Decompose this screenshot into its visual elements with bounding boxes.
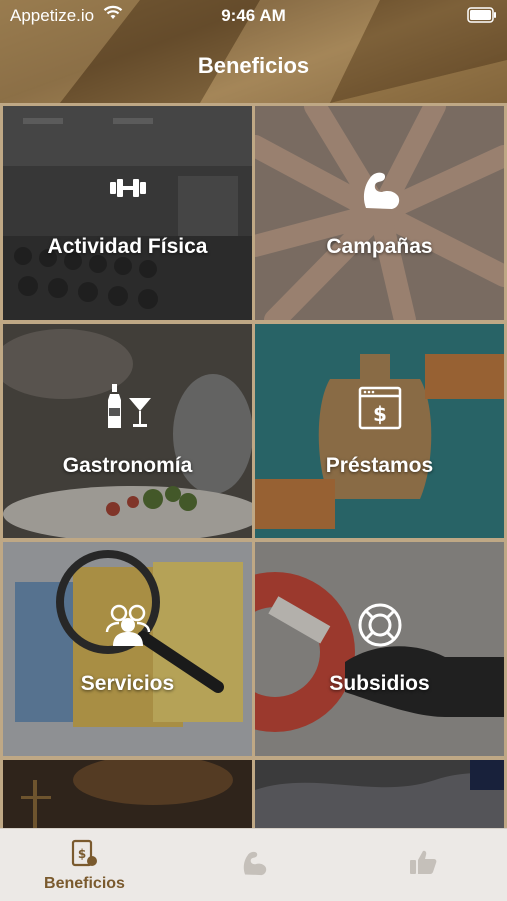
- partial-photo-left: [3, 760, 252, 828]
- tile-label: Préstamos: [325, 454, 434, 477]
- tile-prestamos[interactable]: $ Préstamos: [255, 324, 504, 538]
- lifebuoy-photo: [255, 542, 504, 756]
- people-group-icon: [105, 604, 150, 646]
- status-bar: Appetize.io 9:46 AM: [0, 0, 507, 32]
- food-photo: [3, 324, 252, 538]
- header: Appetize.io 9:46 AM Beneficios: [0, 0, 507, 103]
- hands-photo: [255, 106, 504, 320]
- tile-actividad-fisica[interactable]: Actividad Física: [3, 106, 252, 320]
- tile-partial-right[interactable]: [255, 760, 504, 828]
- lifebuoy-icon: [358, 603, 401, 647]
- money-tablet-icon: $: [71, 839, 97, 867]
- tab-likes[interactable]: [338, 829, 507, 901]
- battery-icon: [467, 7, 496, 23]
- tile-campanas[interactable]: Campañas: [255, 106, 504, 320]
- tab-campanas[interactable]: [169, 829, 338, 901]
- tile-subsidios[interactable]: Subsidios: [255, 542, 504, 756]
- tile-partial-left[interactable]: [3, 760, 252, 828]
- money-browser-icon: $: [358, 386, 401, 430]
- gym-photo: [3, 106, 252, 320]
- flexed-arm-icon: [363, 172, 399, 209]
- bottle-and-cocktail-icon: [107, 384, 151, 428]
- tile-label: Servicios: [80, 672, 175, 695]
- loan-illustration: [255, 324, 504, 538]
- tile-label: Gastronomía: [62, 454, 193, 477]
- tab-bar: $ Beneficios: [0, 828, 507, 901]
- tab-beneficios[interactable]: $ Beneficios: [0, 829, 169, 901]
- tile-label: Subsidios: [329, 672, 430, 695]
- thumbs-up-icon: [409, 850, 436, 874]
- svg-text:$: $: [373, 402, 387, 426]
- folders-photo: [3, 542, 252, 756]
- partial-photo-right: [255, 760, 504, 828]
- tile-gastronomia[interactable]: Gastronomía: [3, 324, 252, 538]
- svg-text:$: $: [77, 847, 85, 861]
- tile-servicios[interactable]: Servicios: [3, 542, 252, 756]
- flexed-arm-icon: [243, 851, 266, 876]
- benefits-grid: Actividad Física Campañas Gastronomía $ …: [0, 103, 507, 828]
- clock: 9:46 AM: [221, 6, 286, 25]
- tile-label: Actividad Física: [47, 235, 208, 258]
- page-title: Beneficios: [197, 53, 310, 78]
- tile-label: Campañas: [326, 235, 433, 258]
- tab-label: Beneficios: [44, 875, 125, 892]
- dumbbell-icon: [109, 179, 146, 197]
